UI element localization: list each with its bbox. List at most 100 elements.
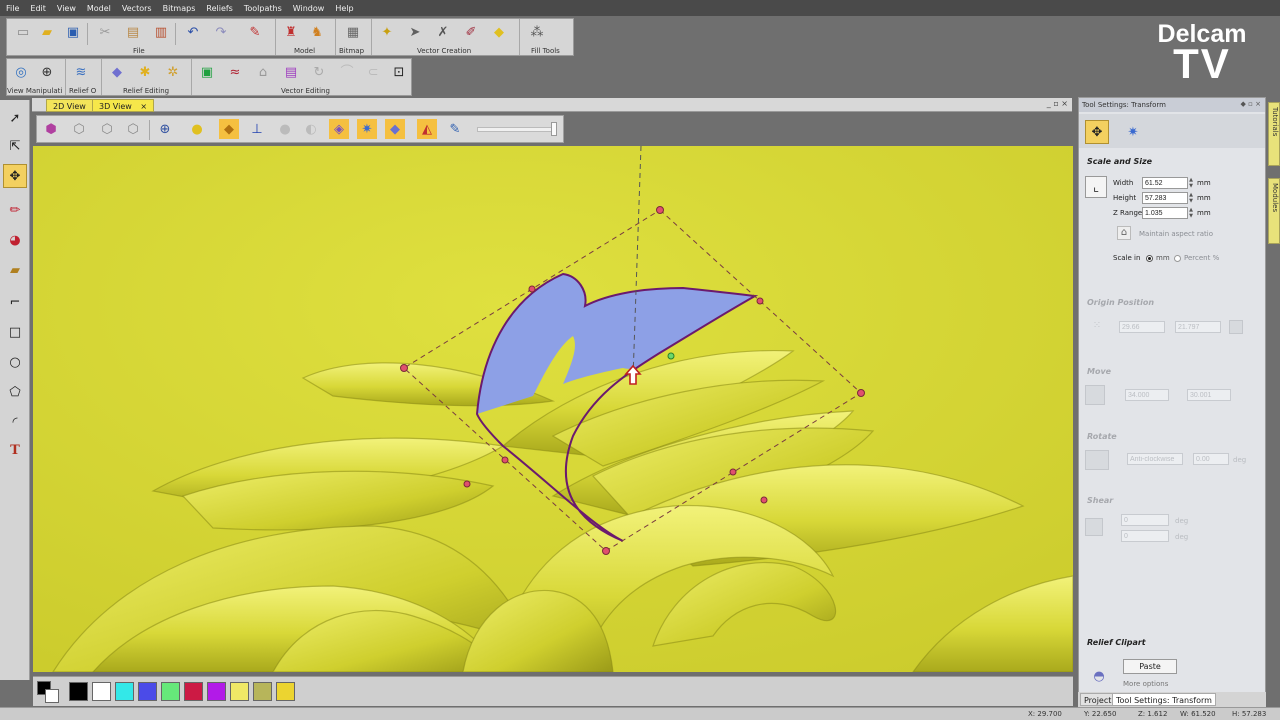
menu-model[interactable]: Model [87,4,111,13]
polyline-icon[interactable]: ⌐ [5,292,25,312]
view-zoom-icon[interactable]: ◎ [11,62,31,82]
close-tab-icon[interactable]: × [140,102,147,111]
vector-trim-icon[interactable]: ⊂ [363,62,383,82]
menu-toolpaths[interactable]: Toolpaths [244,4,282,13]
colour-relief-icon[interactable]: ◭ [417,119,437,139]
lock-icon[interactable]: ⌂ [1117,226,1131,240]
open-folder-icon[interactable]: ▰ [37,22,57,42]
colour-swatch[interactable] [276,682,295,701]
tutorials-tab[interactable]: Tutorials [1268,102,1280,166]
save-icon[interactable]: ▣ [63,22,83,42]
scale-percent-radio[interactable] [1174,255,1181,262]
height-spinner-icon[interactable]: ▲ ▼ [1188,192,1194,204]
model-size-icon[interactable]: ♜ [281,22,301,42]
tab-project[interactable]: Project [1080,693,1116,706]
transform-mode-icon[interactable]: ✥ [1085,120,1109,144]
show-relief-icon[interactable]: ✷ [357,119,377,139]
colour-swatch[interactable] [138,682,157,701]
colour-swatch[interactable] [184,682,203,701]
new-file-icon[interactable]: ▭ [13,22,33,42]
tab-tool-settings[interactable]: Tool Settings: Transform [1112,693,1216,706]
vector-node-icon[interactable]: ✦ [377,22,397,42]
view-globe-icon[interactable]: ⊕ [37,62,57,82]
handle-top[interactable] [656,206,664,214]
material-icon[interactable]: ● [275,119,295,139]
rectangle-icon[interactable]: □ [5,322,25,342]
light-icon[interactable]: ● [187,119,207,139]
view-iso-icon[interactable]: ⬢ [41,119,61,139]
model-bear-icon[interactable]: ♞ [307,22,327,42]
colour-swatch[interactable] [92,682,111,701]
text-tool-icon[interactable]: T [5,440,25,460]
fill-tool-icon[interactable]: ⁂ [527,22,547,42]
paste-button[interactable]: Paste [1123,659,1177,674]
view-front-icon[interactable]: ⬡ [97,119,117,139]
primary-colour-swatch[interactable] [37,681,61,703]
arc-icon[interactable]: ◜ [5,412,25,432]
handle-bottom-left-mid[interactable] [501,456,509,464]
menu-bitmaps[interactable]: Bitmaps [163,4,196,13]
menu-view[interactable]: View [57,4,76,13]
transform-tool-icon[interactable]: ✥ [3,164,27,188]
show-bitmap-icon[interactable]: ◆ [385,119,405,139]
tab-2d-view[interactable]: 2D View [46,99,93,112]
handle-bottom[interactable] [602,547,610,555]
height-input[interactable] [1142,192,1188,204]
transparency-slider-thumb[interactable] [551,122,557,136]
vector-group-icon[interactable]: ▣ [197,62,217,82]
colour-swatch[interactable] [253,682,272,701]
handle-bottom-right-mid[interactable] [729,468,737,476]
vector-transform-icon[interactable]: ⊡ [389,62,409,82]
copy-icon[interactable]: ▤ [123,22,143,42]
vector-fillet-icon[interactable]: ⌒ [337,62,357,82]
width-spinner-icon[interactable]: ▲ ▼ [1188,177,1194,189]
paste-icon[interactable]: ▥ [151,22,171,42]
transparency-slider[interactable] [477,127,557,132]
colour-swatch[interactable] [207,682,226,701]
shaded-view-icon[interactable]: ◆ [219,119,239,139]
handle-top-right-mid[interactable] [756,297,764,305]
scale-mm-radio[interactable] [1146,255,1153,262]
colour-swatch[interactable] [115,682,134,701]
node-edit-icon[interactable]: ⇱ [5,136,25,156]
relief-shape-icon[interactable]: ◆ [107,62,127,82]
undo-icon[interactable]: ↶ [183,22,203,42]
show-vectors-icon[interactable]: ◈ [329,119,349,139]
vector-scissors-icon[interactable]: ✗ [433,22,453,42]
colour-swatch[interactable] [230,682,249,701]
modules-tab[interactable]: Modules [1268,178,1280,244]
3d-viewport[interactable] [33,146,1073,672]
pencil-edit-icon[interactable]: ✎ [245,22,265,42]
zrange-input[interactable] [1142,207,1188,219]
tab-3d-view[interactable]: 3D View × [92,99,155,112]
vector-shape-icon[interactable]: ◆ [489,22,509,42]
menu-help[interactable]: Help [335,4,353,13]
bitmap-icon[interactable]: ▦ [343,22,363,42]
rotation-center-handle[interactable] [667,352,675,360]
scale-anchor-icon[interactable]: ⌞ [1085,176,1107,198]
menu-vectors[interactable]: Vectors [122,4,152,13]
menu-window[interactable]: Window [293,4,325,13]
brush-icon[interactable]: ✎ [445,119,465,139]
vector-loop-icon[interactable]: ↻ [309,62,329,82]
pencil-tool-icon[interactable]: ✏ [5,200,25,220]
relief-layers-icon[interactable]: ≋ [71,62,91,82]
relief-transform-icon[interactable]: ✷ [1121,120,1145,144]
zoom-fit-icon[interactable]: ⊕ [155,119,175,139]
paint-tool-icon[interactable]: ◕ [5,230,25,250]
skew-handle-right[interactable] [760,496,768,504]
handle-right[interactable] [857,389,865,397]
menu-file[interactable]: File [6,4,19,13]
relief-sculpt-icon[interactable]: ✱ [135,62,155,82]
select-arrow-icon[interactable]: ➚ [5,108,25,128]
redo-icon[interactable]: ↷ [211,22,231,42]
texture-icon[interactable]: ◐ [301,119,321,139]
vector-merge-icon[interactable]: ▤ [281,62,301,82]
zrange-spinner-icon[interactable]: ▲ ▼ [1188,207,1194,219]
colour-swatch[interactable] [69,682,88,701]
maintain-aspect-label[interactable]: Maintain aspect ratio [1139,230,1213,238]
panel-controls[interactable]: ◆ ▫ × [1241,100,1261,108]
menu-edit[interactable]: Edit [30,4,46,13]
view-top-icon[interactable]: ⬡ [69,119,89,139]
relief-smooth-icon[interactable]: ✲ [163,62,183,82]
